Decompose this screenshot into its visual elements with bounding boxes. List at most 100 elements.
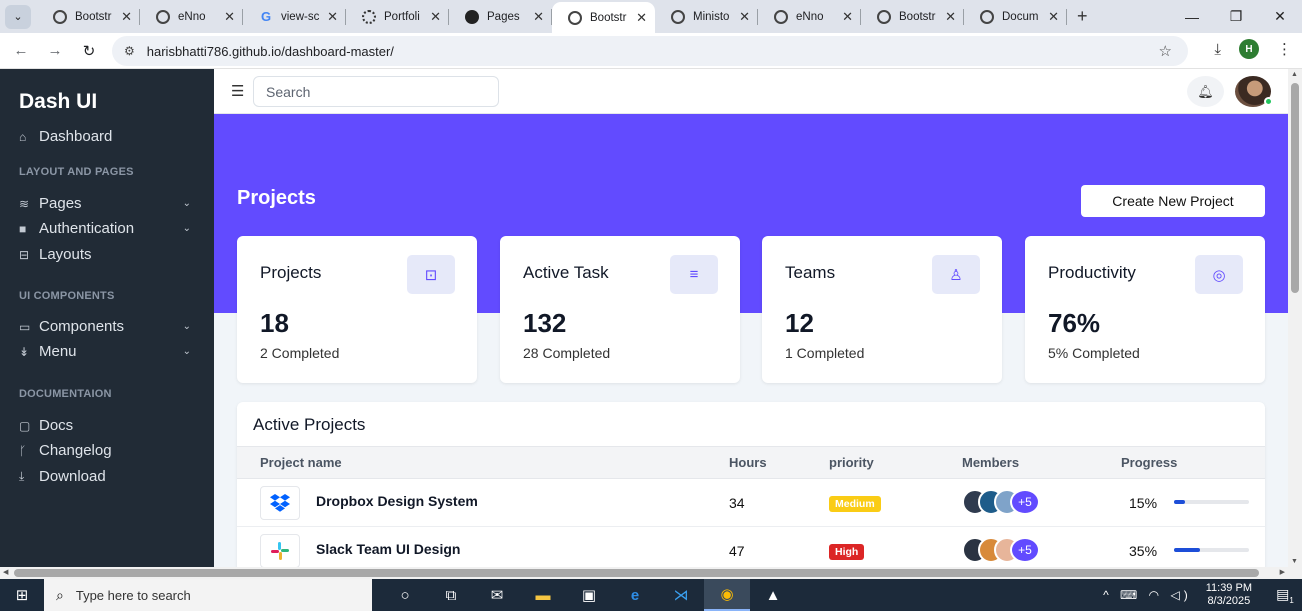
sidebar-item-docs[interactable]: ▢ Docs: [19, 417, 197, 434]
close-window-icon[interactable]: ✕: [1258, 8, 1302, 25]
close-tab-icon[interactable]: ✕: [430, 9, 441, 25]
profile-avatar[interactable]: H: [1239, 39, 1259, 59]
site-info-icon[interactable]: ⚙: [124, 44, 135, 58]
project-name[interactable]: Dropbox Design System: [316, 493, 478, 509]
browser-tab[interactable]: Docum ✕: [964, 0, 1067, 33]
browser-tab[interactable]: Bootstr ✕: [37, 0, 140, 33]
url-field[interactable]: ⚙ harisbhatti786.github.io/dashboard-mas…: [112, 36, 1188, 66]
search-input[interactable]: Search: [253, 76, 499, 107]
sidebar-item-pages[interactable]: ≋ Pages ⌄: [19, 195, 197, 212]
browser-menu-icon[interactable]: ⋮: [1277, 40, 1292, 58]
scroll-thumb[interactable]: [1291, 83, 1299, 293]
layers-icon: ≋: [19, 196, 30, 211]
browser-tab[interactable]: Bootstr ✕: [552, 2, 655, 33]
cortana-icon[interactable]: ○: [382, 579, 428, 611]
column-header: Progress: [1121, 455, 1178, 470]
active-projects-panel: Active Projects Project name Hours prior…: [237, 402, 1265, 567]
new-tab-button[interactable]: +: [1077, 6, 1088, 27]
restore-icon[interactable]: ❐: [1214, 8, 1258, 25]
file-explorer-icon[interactable]: ▬: [520, 579, 566, 611]
close-tab-icon[interactable]: ✕: [636, 10, 647, 26]
minimize-icon[interactable]: —: [1170, 9, 1214, 25]
sidebar-section-ui: UI COMPONENTS: [19, 290, 115, 302]
taskbar-search[interactable]: ⌕ Type here to search: [44, 579, 372, 611]
tray-icons[interactable]: ^ ⌨ ◠ ◁): [1103, 588, 1192, 602]
globe-icon: [53, 9, 67, 24]
bell-icon[interactable]: 🔔︎: [1187, 76, 1224, 107]
mail-icon[interactable]: ✉: [474, 579, 520, 611]
store-icon[interactable]: ▣: [566, 579, 612, 611]
back-icon[interactable]: ←: [4, 42, 38, 59]
browser-tab[interactable]: Ministo ✕: [655, 0, 758, 33]
layout-icon: ⊟: [19, 247, 30, 262]
stat-card-title: Active Task: [523, 263, 609, 282]
close-tab-icon[interactable]: ✕: [224, 9, 235, 25]
notification-center-icon[interactable]: ▤1: [1268, 586, 1302, 605]
page-title: Projects: [237, 187, 316, 209]
brand-logo[interactable]: Dash UI: [19, 90, 97, 114]
sidebar-item-authentication[interactable]: ■ Authentication ⌄: [19, 220, 197, 237]
sidebar-item-dashboard[interactable]: ⌂ Dashboard: [19, 128, 197, 145]
scroll-right-icon[interactable]: ▶: [1280, 568, 1285, 576]
close-tab-icon[interactable]: ✕: [121, 9, 132, 25]
edge-icon[interactable]: e: [612, 579, 658, 611]
table-row[interactable]: Dropbox Design System 34 Medium +5 15%: [237, 479, 1265, 527]
windows-start-icon[interactable]: ⊞: [0, 586, 44, 604]
create-project-button[interactable]: Create New Project: [1081, 185, 1265, 217]
horizontal-scrollbar[interactable]: ◀ ▶: [0, 567, 1302, 579]
reload-icon[interactable]: ↻: [72, 42, 106, 60]
browser-tab[interactable]: Portfoli ✕: [346, 0, 449, 33]
menu-toggle-icon[interactable]: ☰: [231, 82, 244, 100]
sidebar-item-layouts[interactable]: ⊟ Layouts: [19, 246, 197, 263]
more-members-badge[interactable]: +5: [1010, 489, 1040, 515]
scroll-up-icon[interactable]: ▲: [1291, 71, 1298, 78]
download-icon[interactable]: ⤓: [1214, 41, 1221, 58]
tab-search-button[interactable]: ⌄: [5, 4, 31, 29]
download-icon: ⤓: [19, 469, 25, 483]
clock[interactable]: 11:39 PM 8/3/2025: [1206, 582, 1252, 608]
system-tray: ^ ⌨ ◠ ◁) 11:39 PM 8/3/2025 ▤1: [1103, 579, 1302, 611]
sidebar-section-layout: LAYOUT AND PAGES: [19, 166, 134, 178]
close-tab-icon[interactable]: ✕: [945, 9, 956, 25]
close-tab-icon[interactable]: ✕: [739, 9, 750, 25]
close-tab-icon[interactable]: ✕: [327, 9, 338, 25]
browser-tab[interactable]: Bootstr ✕: [861, 0, 964, 33]
project-name[interactable]: Slack Team UI Design: [316, 541, 460, 557]
photos-icon[interactable]: ▲: [750, 579, 796, 611]
members-group[interactable]: +5: [962, 537, 1040, 564]
browser-tab[interactable]: eNno ✕: [758, 0, 861, 33]
progress-bar: [1174, 500, 1249, 504]
sidebar-item-changelog[interactable]: ᚴ Changelog: [19, 442, 197, 459]
table-row[interactable]: Slack Team UI Design 47 High +5 35%: [237, 527, 1265, 567]
stat-card-subtext: 2 Completed: [260, 345, 340, 361]
close-tab-icon[interactable]: ✕: [842, 9, 853, 25]
sidebar-item-download[interactable]: ⤓ Download: [19, 468, 197, 485]
stat-card: Productivity ◎ 76% 5% Completed: [1025, 236, 1265, 383]
project-hours: 47: [729, 543, 745, 559]
browser-tab[interactable]: Pages ✕: [449, 0, 552, 33]
stat-card-subtext: 28 Completed: [523, 345, 611, 361]
sidebar-item-menu[interactable]: ↡ Menu ⌄: [19, 343, 197, 360]
members-group[interactable]: +5: [962, 489, 1040, 516]
bookmark-star-icon[interactable]: ☆: [1159, 42, 1172, 60]
vertical-scrollbar[interactable]: ▲ ▼: [1288, 69, 1302, 567]
scroll-thumb[interactable]: [14, 569, 1259, 577]
close-tab-icon[interactable]: ✕: [1048, 9, 1059, 25]
task-view-icon[interactable]: ⧉: [428, 579, 474, 611]
vscode-icon[interactable]: ⋊: [658, 579, 704, 611]
chevron-down-icon: ⌄: [182, 346, 191, 357]
scroll-left-icon[interactable]: ◀: [3, 568, 8, 576]
scroll-down-icon[interactable]: ▼: [1291, 558, 1298, 565]
tab-title: Ministo: [693, 10, 730, 23]
sidebar-item-label: Authentication: [39, 220, 135, 237]
table-header: Project name Hours priority Members Prog…: [237, 446, 1265, 479]
browser-tab[interactable]: eNno ✕: [140, 0, 243, 33]
sidebar-item-components[interactable]: ▭ Components ⌄: [19, 318, 197, 335]
close-tab-icon[interactable]: ✕: [533, 9, 544, 25]
browser-tab[interactable]: Gview-sc ✕: [243, 0, 346, 33]
more-members-badge[interactable]: +5: [1010, 537, 1040, 563]
chrome-icon[interactable]: ◉: [704, 579, 750, 611]
sidebar-item-label: Pages: [39, 195, 82, 212]
user-avatar[interactable]: [1235, 76, 1273, 107]
forward-icon[interactable]: →: [38, 42, 72, 59]
